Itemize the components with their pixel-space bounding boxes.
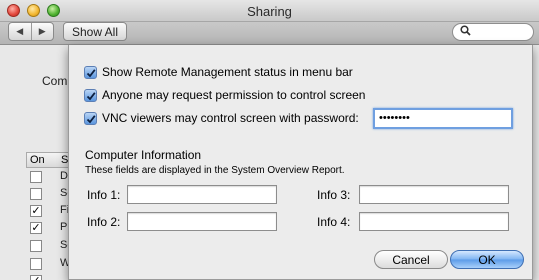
show-status-label: Show Remote Management status in menu ba… bbox=[102, 65, 353, 79]
vnc-password-label: VNC viewers may control screen with pass… bbox=[102, 111, 359, 125]
service-checkbox[interactable]: ✓ bbox=[30, 275, 42, 280]
toolbar: ◀ ▶ Show All bbox=[0, 22, 539, 45]
cancel-button[interactable]: Cancel bbox=[374, 250, 448, 269]
back-arrow-icon[interactable]: ◀ bbox=[9, 23, 31, 40]
service-list-header: On S bbox=[26, 152, 70, 168]
info1-label: Info 1: bbox=[87, 188, 121, 202]
computer-information-title: Computer Information bbox=[85, 148, 202, 162]
computer-name-label: Com bbox=[42, 74, 68, 88]
service-checkbox[interactable]: ✓ bbox=[30, 222, 42, 234]
checkmark-icon bbox=[86, 114, 96, 123]
service-checkbox[interactable] bbox=[30, 258, 42, 270]
info3-label: Info 3: bbox=[317, 188, 351, 202]
show-status-checkbox[interactable] bbox=[84, 66, 97, 79]
vnc-password-field[interactable]: •••••••• bbox=[373, 108, 513, 129]
service-checkbox[interactable] bbox=[30, 188, 42, 200]
show-all-button[interactable]: Show All bbox=[63, 22, 127, 41]
title-bar: Sharing bbox=[0, 0, 539, 22]
service-label: P bbox=[60, 221, 68, 233]
remote-management-options-sheet: Show Remote Management status in menu ba… bbox=[68, 45, 533, 280]
info4-field[interactable] bbox=[359, 212, 509, 231]
service-label: D bbox=[60, 170, 68, 182]
info1-field[interactable] bbox=[127, 185, 277, 204]
back-forward-control: ◀ ▶ bbox=[8, 22, 54, 41]
window-title: Sharing bbox=[247, 4, 292, 19]
header-on: On bbox=[30, 154, 45, 166]
anyone-request-checkbox[interactable] bbox=[84, 89, 97, 102]
info2-label: Info 2: bbox=[87, 215, 121, 229]
info4-label: Info 4: bbox=[317, 215, 351, 229]
service-checkbox[interactable] bbox=[30, 171, 42, 183]
computer-information-subtitle: These fields are displayed in the System… bbox=[85, 165, 345, 176]
service-checkbox[interactable] bbox=[30, 240, 42, 252]
info3-field[interactable] bbox=[359, 185, 509, 204]
service-checkbox[interactable]: ✓ bbox=[30, 205, 42, 217]
ok-button[interactable]: OK bbox=[450, 250, 524, 269]
vnc-password-checkbox[interactable] bbox=[84, 112, 97, 125]
anyone-request-label: Anyone may request permission to control… bbox=[102, 88, 366, 102]
checkmark-icon bbox=[86, 68, 96, 77]
search-icon bbox=[460, 25, 471, 39]
checkmark-icon bbox=[86, 91, 96, 100]
info2-field[interactable] bbox=[127, 212, 277, 231]
search-field[interactable] bbox=[452, 23, 534, 41]
forward-arrow-icon[interactable]: ▶ bbox=[30, 23, 54, 40]
